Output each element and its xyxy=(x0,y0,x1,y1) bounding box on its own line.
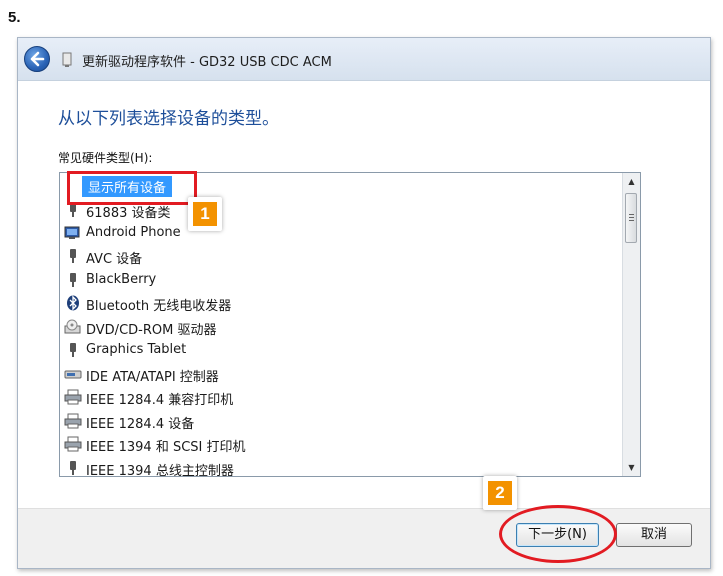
step-number: 5. xyxy=(8,9,21,26)
printer-icon xyxy=(64,389,82,405)
cancel-button[interactable]: 取消 xyxy=(616,523,692,547)
grip-line xyxy=(629,217,634,218)
usb-plug-icon xyxy=(70,249,76,263)
list-item-label: Android Phone xyxy=(86,225,181,240)
list-item[interactable]: IDE ATA/ATAPI 控制器 xyxy=(64,363,604,385)
list-item-label: Bluetooth 无线电收发器 xyxy=(86,299,232,314)
annotation-red-ellipse xyxy=(499,505,617,563)
list-item[interactable]: AVC 设备 xyxy=(64,245,604,267)
printer-icon xyxy=(64,436,82,452)
list-item-label: IEEE 1284.4 兼容打印机 xyxy=(86,393,234,408)
list-item-label: Graphics Tablet xyxy=(86,342,187,357)
list-item[interactable]: IEEE 1394 和 SCSI 打印机 xyxy=(64,433,604,455)
annotation-badge-1: 1 xyxy=(188,197,222,231)
list-item[interactable]: IEEE 1394 总线主控制器 xyxy=(64,457,604,477)
annotation-badge-2: 2 xyxy=(483,476,517,510)
update-driver-dialog: 更新驱动程序软件 - GD32 USB CDC ACM 从以下列表选择设备的类型… xyxy=(17,37,711,569)
list-item-label: IDE ATA/ATAPI 控制器 xyxy=(86,370,219,385)
list-item-label: IEEE 1394 总线主控制器 xyxy=(86,464,234,477)
hardware-type-label: 常见硬件类型(H): xyxy=(58,151,153,165)
vertical-scrollbar[interactable]: ▲ ▼ xyxy=(622,173,640,476)
scroll-down-arrow-icon[interactable]: ▼ xyxy=(623,459,640,476)
list-item-label: BlackBerry xyxy=(86,272,157,287)
scroll-up-arrow-icon[interactable]: ▲ xyxy=(623,173,640,190)
device-icon xyxy=(62,52,72,67)
grip-line xyxy=(629,214,634,215)
list-item[interactable]: DVD/CD-ROM 驱动器 xyxy=(64,316,604,338)
bluetooth-icon xyxy=(67,295,79,311)
window-title: 更新驱动程序软件 - GD32 USB CDC ACM xyxy=(82,55,332,70)
usb-plug-icon xyxy=(70,273,76,287)
scroll-thumb[interactable] xyxy=(625,193,637,243)
list-item[interactable]: IEEE 1284.4 兼容打印机 xyxy=(64,386,604,408)
title-bar: 更新驱动程序软件 - GD32 USB CDC ACM xyxy=(18,38,710,81)
optical-drive-icon xyxy=(64,319,81,334)
back-arrow-icon xyxy=(30,51,45,67)
badge-number: 1 xyxy=(193,202,217,226)
list-item-label: AVC 设备 xyxy=(86,252,143,267)
grip-line xyxy=(629,220,634,221)
list-item[interactable]: BlackBerry xyxy=(64,269,604,291)
list-item[interactable]: Bluetooth 无线电收发器 xyxy=(64,292,604,314)
disk-controller-icon xyxy=(64,370,82,379)
hardware-type-list[interactable]: 显示所有设备 61883 设备类 Android Phone AVC 设备 Bl… xyxy=(59,172,641,477)
list-item-label: IEEE 1394 和 SCSI 打印机 xyxy=(86,440,246,455)
back-button[interactable] xyxy=(24,46,50,72)
list-item[interactable]: Graphics Tablet xyxy=(64,339,604,361)
usb-plug-icon xyxy=(70,461,76,475)
page-heading: 从以下列表选择设备的类型。 xyxy=(58,109,279,129)
list-item[interactable]: IEEE 1284.4 设备 xyxy=(64,410,604,432)
monitor-icon xyxy=(64,226,80,239)
list-item-label: IEEE 1284.4 设备 xyxy=(86,417,195,432)
printer-icon xyxy=(64,413,82,429)
usb-plug-icon xyxy=(70,343,76,357)
list-item-label: DVD/CD-ROM 驱动器 xyxy=(86,323,217,338)
badge-number: 2 xyxy=(488,481,512,505)
annotation-red-box xyxy=(67,171,197,205)
list-item[interactable]: Android Phone xyxy=(64,222,604,244)
